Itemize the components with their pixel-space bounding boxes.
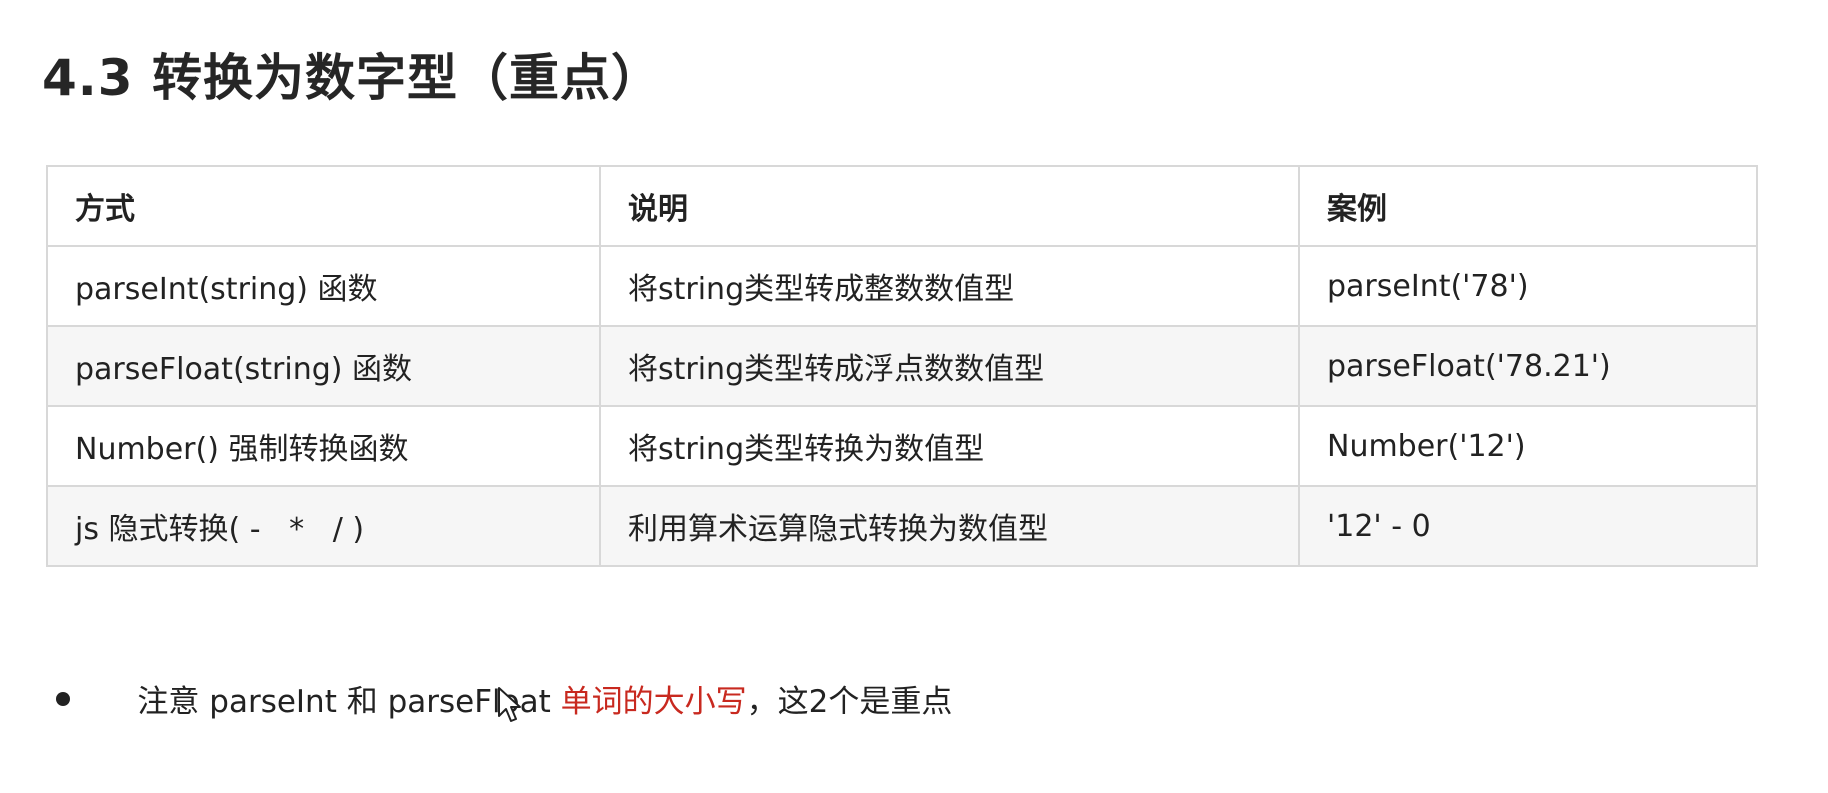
header-description: 说明 [599,165,1300,247]
cell-description: 将string类型转成浮点数数值型 [599,325,1300,407]
note-part2: ，这2个是重点 [746,684,953,720]
note-highlight: 单词的大小写 [560,684,747,720]
table-row: Number() 强制转换函数 将string类型转换为数值型 Number('… [46,405,1758,487]
cell-description: 将string类型转换为数值型 [599,405,1300,487]
cell-example: parseInt('78') [1298,245,1758,327]
header-method: 方式 [46,165,601,247]
table-header-row: 方式 说明 案例 [46,165,1758,247]
cell-example: '12' - 0 [1298,485,1758,567]
cell-description: 将string类型转成整数数值型 [599,245,1300,327]
table-row: parseFloat(string) 函数 将string类型转成浮点数数值型 … [46,325,1758,407]
cell-method: js 隐式转换( - * / ) [46,485,601,567]
table-row: js 隐式转换( - * / ) 利用算术运算隐式转换为数值型 '12' - 0 [46,485,1758,567]
header-example: 案例 [1298,165,1758,247]
cell-description: 利用算术运算隐式转换为数值型 [599,485,1300,567]
mouse-pointer-icon [498,687,521,722]
conversion-table: 方式 说明 案例 parseInt(string) 函数 将string类型转成… [46,165,1758,567]
bullet-dot-icon [56,691,70,706]
cell-example: parseFloat('78.21') [1298,325,1758,407]
table-row: parseInt(string) 函数 将string类型转成整数数值型 par… [46,245,1758,327]
note-text: 注意 parseInt 和 parseFloat 单词的大小写，这2个是重点 [98,640,952,757]
cell-method: parseInt(string) 函数 [46,245,601,327]
cell-method: parseFloat(string) 函数 [46,325,601,407]
page-title: 4.3 转换为数字型（重点） [42,49,662,107]
cell-example: Number('12') [1298,405,1758,487]
cell-method: Number() 强制转换函数 [46,405,601,487]
